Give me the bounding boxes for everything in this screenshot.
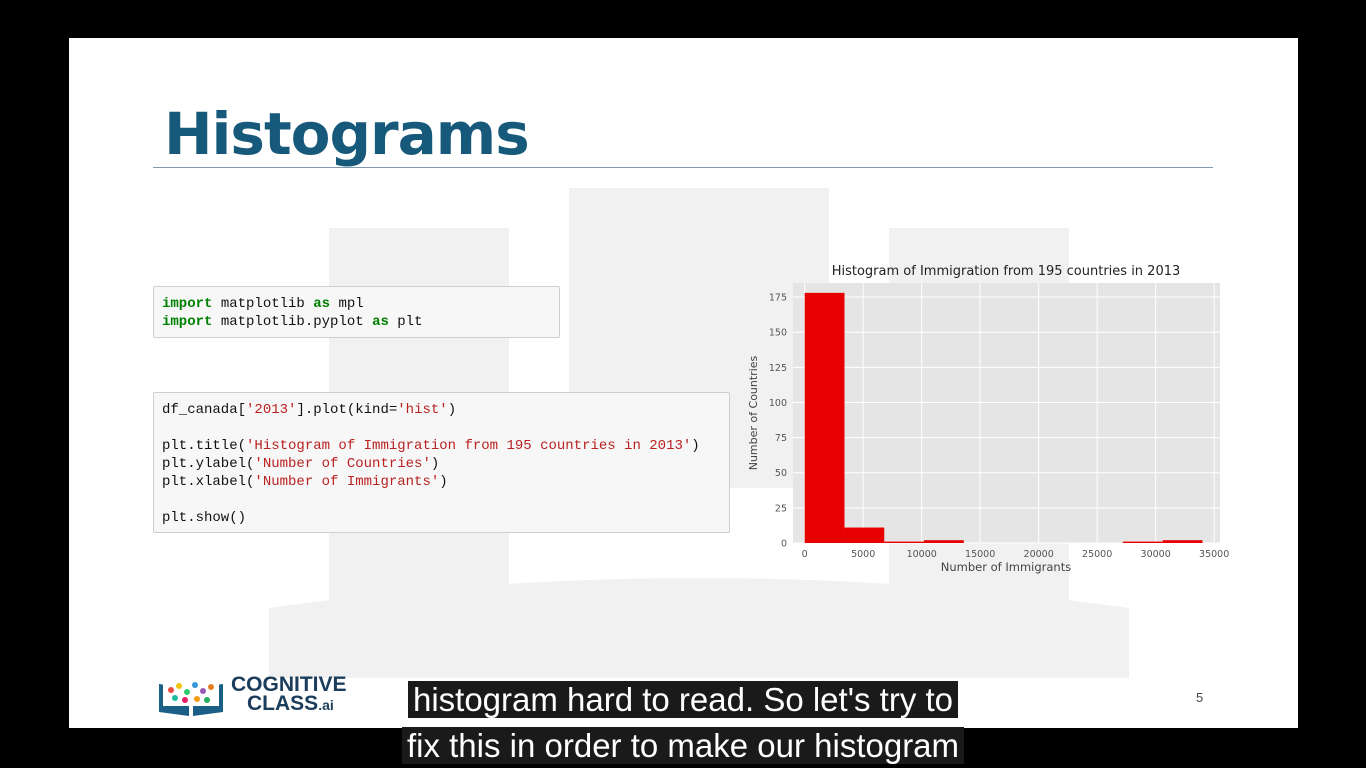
y-tick-label: 50 — [775, 468, 787, 479]
code-line: import matplotlib as mpl — [162, 295, 559, 313]
title-underline — [153, 167, 1213, 168]
code-cell-plot: df_canada['2013'].plot(kind='hist') plt.t… — [153, 392, 730, 533]
y-tick-label: 175 — [769, 293, 787, 304]
code-string: 'hist' — [397, 402, 448, 418]
histogram-bar — [1162, 540, 1203, 543]
histogram-bar — [804, 292, 845, 543]
y-tick-label: 0 — [781, 539, 787, 550]
code-line: df_canada['2013'].plot(kind='hist') — [162, 401, 729, 419]
histogram-bar — [924, 540, 964, 543]
x-tick-label: 10000 — [907, 549, 937, 560]
code-token: plt.xlabel( — [162, 474, 255, 490]
code-string: 'Number of Immigrants' — [254, 474, 440, 490]
y-tick-label: 75 — [775, 433, 787, 444]
code-token: ) — [691, 438, 700, 454]
histogram-bar — [1122, 541, 1163, 543]
x-tick-label: 30000 — [1141, 549, 1171, 560]
x-tick-label: 20000 — [1024, 549, 1054, 560]
y-tick-label: 125 — [769, 363, 787, 374]
code-line: import matplotlib.pyplot as plt — [162, 313, 559, 331]
code-token: matplotlib.pyplot — [212, 314, 373, 330]
code-line: plt.xlabel('Number of Immigrants') — [162, 473, 729, 491]
code-token: ) — [439, 474, 448, 490]
code-keyword: import — [162, 314, 213, 330]
code-keyword: import — [162, 296, 213, 312]
code-token: ) — [430, 456, 440, 472]
y-tick-label: 100 — [769, 398, 787, 409]
x-tick-label: 5000 — [851, 549, 875, 560]
code-cell-imports: import matplotlib as mpl import matplotli… — [153, 286, 560, 338]
x-axis-label: Number of Immigrants — [941, 560, 1071, 574]
code-keyword: as — [372, 314, 389, 330]
slide-title: Histograms — [164, 100, 530, 168]
code-string: 'Histogram of Immigration from 195 count… — [246, 438, 692, 454]
code-line: plt.title('Histogram of Immigration from… — [162, 437, 729, 455]
histogram-chart: Histogram of Immigration from 195 countr… — [747, 264, 1229, 574]
code-token: plt.title( — [162, 438, 247, 454]
code-token: mpl — [330, 296, 364, 312]
x-tick-label: 0 — [802, 549, 808, 560]
x-tick-label: 15000 — [965, 549, 995, 560]
histogram-bar — [844, 527, 885, 543]
code-string: '2013' — [246, 402, 297, 418]
chart-title: Histogram of Immigration from 195 countr… — [832, 264, 1181, 279]
code-line: plt.ylabel('Number of Countries') — [162, 455, 729, 473]
y-tick-label: 150 — [769, 328, 787, 339]
code-token: ) — [447, 402, 457, 418]
presentation-slide: Histograms import matplotlib as mpl impor… — [69, 38, 1298, 728]
code-token: plt.show() — [162, 510, 247, 526]
code-token: plt — [388, 314, 423, 330]
code-string: 'Number of Countries' — [254, 456, 431, 472]
y-axis-label: Number of Countries — [747, 355, 760, 470]
code-token: plt.ylabel( — [162, 456, 255, 472]
x-tick-label: 35000 — [1199, 549, 1229, 560]
histogram-bar — [884, 541, 925, 543]
code-token: matplotlib — [212, 296, 314, 312]
code-line: plt.show() — [162, 509, 729, 527]
subtitle-line-2: fix this in order to make our histogram — [0, 726, 1366, 766]
code-token: df_canada[ — [162, 402, 247, 418]
y-tick-label: 25 — [775, 503, 787, 514]
x-tick-label: 25000 — [1082, 549, 1112, 560]
code-keyword: as — [313, 296, 331, 312]
subtitle-line-1: histogram hard to read. So let's try to — [0, 680, 1366, 720]
code-token: ].plot(kind= — [296, 402, 398, 418]
